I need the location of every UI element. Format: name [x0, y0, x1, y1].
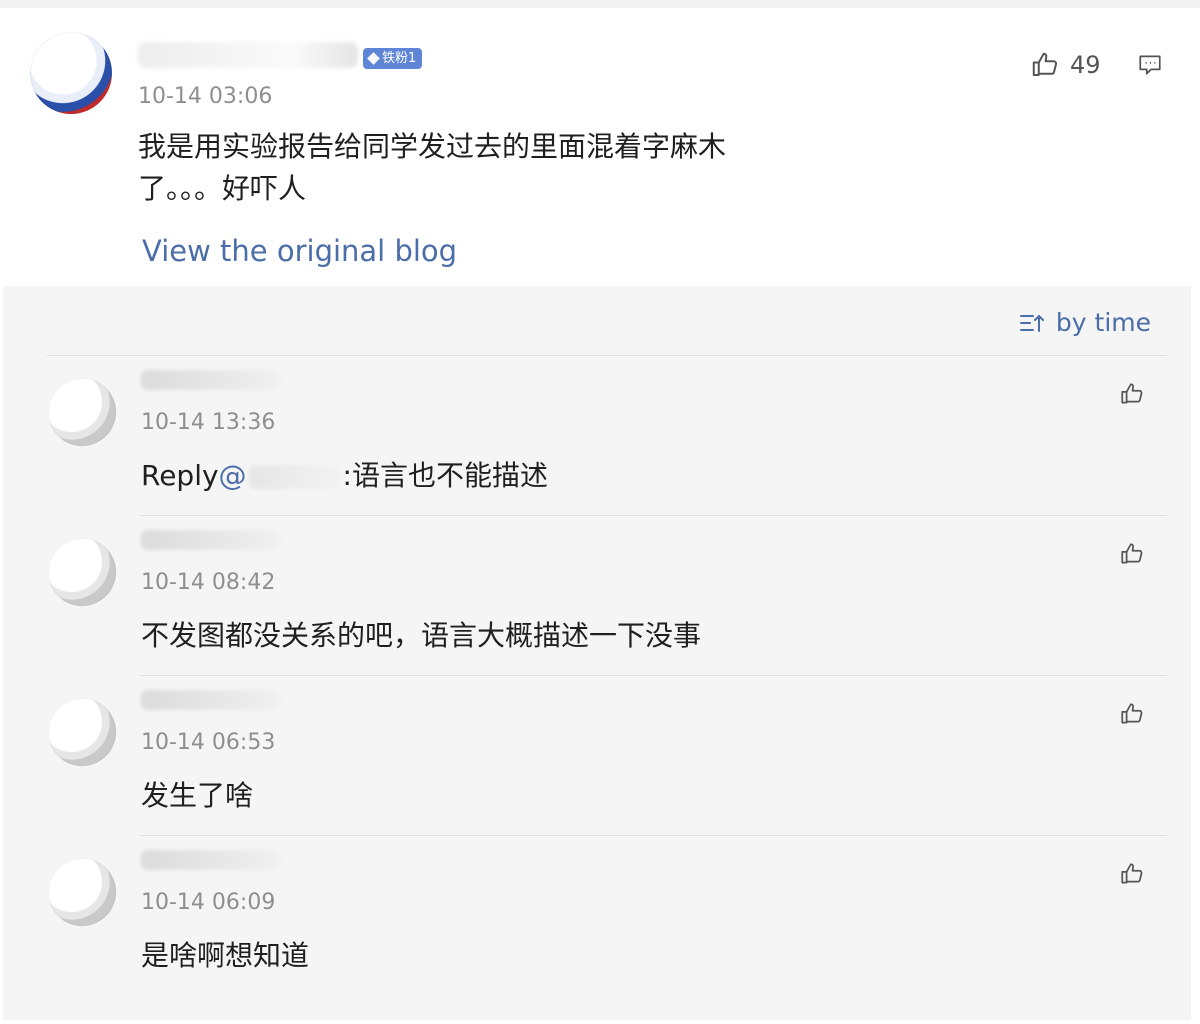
- view-original-blog-link[interactable]: View the original blog: [142, 234, 457, 268]
- avatar[interactable]: [48, 698, 116, 766]
- username-redacted: [141, 850, 281, 870]
- avatar[interactable]: [48, 378, 116, 446]
- diamond-icon: [367, 52, 380, 65]
- fan-badge: 铁粉1: [363, 48, 423, 69]
- reply-item: 10-14 06:09 是啥啊想知道: [3, 766, 1191, 972]
- avatar[interactable]: [48, 538, 116, 606]
- reply-item: 10-14 13:36 Reply@:语言也不能描述: [3, 286, 1191, 492]
- like-button[interactable]: 49: [1030, 50, 1101, 80]
- reply-timestamp: 10-14 13:36: [141, 410, 276, 435]
- thumbs-up-icon[interactable]: [1119, 701, 1145, 727]
- comment-content: 我是用实验报告给同学发过去的里面混着字麻木了。。。好吓人: [138, 130, 727, 205]
- username-redacted: [141, 370, 281, 390]
- thumbs-up-icon[interactable]: [1119, 861, 1145, 887]
- badge-label: 铁粉1: [382, 51, 417, 66]
- thumbs-up-icon[interactable]: [1119, 381, 1145, 407]
- main-comment: 铁粉1 10-14 03:06 49 我是用实验报告给同学发过去的里面混着字麻木…: [0, 8, 1200, 286]
- like-count: 49: [1070, 51, 1101, 79]
- username-redacted: [141, 690, 281, 710]
- comment-icon[interactable]: [1136, 52, 1164, 78]
- reply-item: 10-14 06:53 发生了啥: [3, 606, 1191, 812]
- thumbs-up-icon[interactable]: [1119, 541, 1145, 567]
- reply-timestamp: 10-14 06:53: [141, 730, 276, 755]
- avatar[interactable]: [48, 858, 116, 926]
- reply-item: 10-14 08:42 不发图都没关系的吧，语言大概描述一下没事: [3, 446, 1191, 652]
- comment-timestamp: 10-14 03:06: [138, 84, 273, 109]
- username-redacted: [141, 530, 281, 550]
- reply-content: 是啥啊想知道: [141, 939, 310, 972]
- reply-timestamp: 10-14 06:09: [141, 890, 276, 915]
- replies-panel: by time 10-14 13:36 Reply@:语言也不能描述 10-14…: [3, 286, 1191, 1020]
- username-redacted: [138, 42, 358, 68]
- avatar[interactable]: [30, 32, 112, 114]
- thumbs-up-icon: [1030, 50, 1060, 80]
- reply-timestamp: 10-14 08:42: [141, 570, 276, 595]
